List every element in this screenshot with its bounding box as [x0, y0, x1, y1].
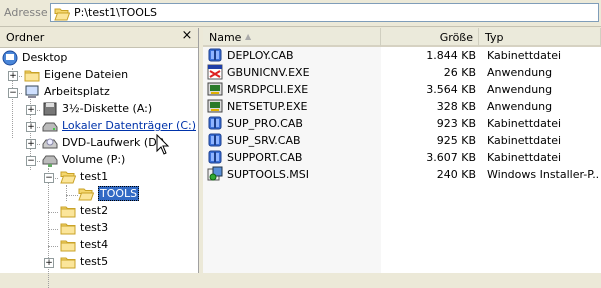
collapse-icon[interactable]: −	[26, 156, 36, 166]
tree-item-label: Lokaler Datenträger (C:)	[62, 119, 197, 132]
file-name: GBUNICNV.EXE	[227, 66, 310, 79]
file-name: DEPLOY.CAB	[227, 49, 294, 62]
file-size: 240 KB	[436, 168, 476, 181]
setup-exe-icon	[207, 81, 223, 97]
file-name: NETSETUP.EXE	[227, 100, 308, 113]
file-type: Kabinettdatei	[487, 49, 562, 62]
column-header-label: Name	[209, 31, 242, 44]
folder-open-icon	[78, 186, 94, 202]
column-header-name[interactable]: Name ▲	[203, 28, 381, 47]
folder-icon	[24, 67, 40, 83]
cab-icon	[207, 149, 223, 165]
file-row[interactable]: DEPLOY.CAB 1.844 KB Kabinettdatei	[203, 47, 601, 64]
folder-icon	[54, 6, 70, 22]
tree-item-label: Arbeitsplatz	[44, 85, 110, 98]
expand-icon[interactable]: +	[26, 139, 36, 149]
column-header-label: Typ	[485, 31, 504, 44]
column-header-size[interactable]: Größe	[381, 28, 479, 47]
folder-tree-title: Ordner	[6, 31, 45, 44]
file-row[interactable]: NETSETUP.EXE 328 KB Anwendung	[203, 98, 601, 115]
file-row[interactable]: SUP_PRO.CAB 923 KB Kabinettdatei	[203, 115, 601, 132]
expand-icon[interactable]: +	[8, 71, 18, 81]
file-name: SUP_SRV.CAB	[227, 134, 301, 147]
expand-icon[interactable]: +	[26, 122, 36, 132]
tree-item-label: test1	[80, 170, 109, 183]
column-header-type[interactable]: Typ	[479, 28, 601, 47]
folder-tree: Desktop + Eigene Dateien − Arbeitsplatz …	[0, 48, 198, 288]
desktop-icon	[2, 50, 18, 66]
expand-icon[interactable]: +	[26, 105, 36, 115]
file-row[interactable]: MSRDPCLI.EXE 3.564 KB Anwendung	[203, 81, 601, 98]
file-type: Anwendung	[487, 100, 553, 113]
file-name: SUP_PRO.CAB	[227, 117, 303, 130]
collapse-icon[interactable]: −	[8, 88, 18, 98]
sort-ascending-icon: ▲	[245, 32, 252, 41]
folder-icon	[60, 220, 76, 236]
cab-icon	[207, 132, 223, 148]
file-name: SUPTOOLS.MSI	[227, 168, 310, 181]
tree-item-label: test3	[80, 221, 109, 234]
tree-item-label: test5	[80, 255, 109, 268]
file-type: Kabinettdatei	[487, 151, 562, 164]
column-header-label: Größe	[439, 31, 473, 44]
file-list: Name ▲ Größe Typ DEPLOY.CAB 1.844 KB Kab…	[203, 28, 601, 273]
tree-item-label: test4	[80, 238, 109, 251]
file-size: 26 KB	[443, 66, 476, 79]
file-row[interactable]: SUP_SRV.CAB 925 KB Kabinettdatei	[203, 132, 601, 149]
address-bar: Adresse P:\test1\TOOLS	[0, 0, 601, 27]
file-type: Anwendung	[487, 83, 553, 96]
file-size: 923 KB	[436, 117, 476, 130]
setup-exe-icon	[207, 98, 223, 114]
close-icon[interactable]: ×	[180, 29, 194, 43]
network-drive-icon	[42, 155, 58, 167]
file-type: Windows Installer-P...	[487, 168, 599, 181]
cab-icon	[207, 115, 223, 131]
address-input[interactable]: P:\test1\TOOLS	[50, 3, 599, 22]
file-size: 1.844 KB	[426, 49, 476, 62]
mouse-cursor-icon	[156, 134, 170, 155]
floppy-icon	[43, 102, 57, 116]
folder-open-icon	[60, 169, 76, 185]
collapse-icon[interactable]: −	[44, 173, 54, 183]
file-name: MSRDPCLI.EXE	[227, 83, 309, 96]
file-size: 3.607 KB	[426, 151, 476, 164]
address-path: P:\test1\TOOLS	[74, 6, 158, 19]
file-row[interactable]: GBUNICNV.EXE 26 KB Anwendung	[203, 64, 601, 81]
tree-item-label: TOOLS	[98, 186, 140, 201]
exe-icon	[207, 64, 223, 80]
msi-icon	[207, 166, 223, 182]
folder-icon	[60, 254, 76, 270]
tree-item-label: test2	[80, 204, 109, 217]
file-size: 925 KB	[436, 134, 476, 147]
file-type: Kabinettdatei	[487, 117, 562, 130]
file-name: SUPPORT.CAB	[227, 151, 303, 164]
cab-icon	[207, 47, 223, 63]
tree-item-label: Volume (P:)	[62, 153, 126, 166]
file-row[interactable]: SUPTOOLS.MSI 240 KB Windows Installer-P.…	[203, 166, 601, 183]
address-label: Adresse	[4, 6, 48, 19]
dvd-drive-icon	[42, 138, 58, 149]
file-size: 328 KB	[436, 100, 476, 113]
tree-item-label: Eigene Dateien	[44, 68, 129, 81]
file-size: 3.564 KB	[426, 83, 476, 96]
expand-icon[interactable]: +	[44, 258, 54, 268]
tree-item-label: DVD-Laufwerk (D:)	[62, 136, 165, 149]
file-type: Kabinettdatei	[487, 134, 562, 147]
folder-icon	[60, 203, 76, 219]
tree-item-label: 3½-Diskette (A:)	[62, 102, 153, 115]
tree-item-label: Desktop	[22, 51, 68, 64]
folder-icon	[60, 237, 76, 253]
computer-icon	[25, 85, 39, 98]
file-type: Anwendung	[487, 66, 553, 79]
hard-drive-icon	[42, 122, 58, 132]
folder-tree-header: Ordner ×	[0, 28, 198, 48]
file-row[interactable]: SUPPORT.CAB 3.607 KB Kabinettdatei	[203, 149, 601, 166]
